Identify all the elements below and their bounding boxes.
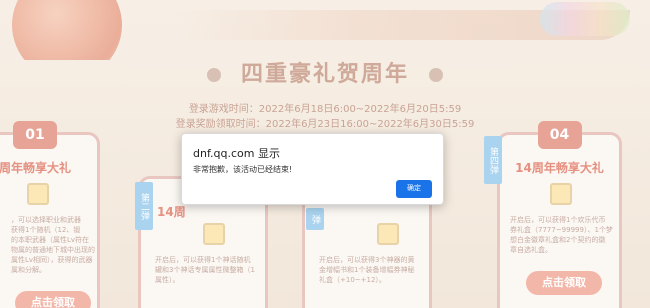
ok-button[interactable]: 确定 [396, 180, 432, 198]
dialog-message: 非常抱歉，该活动已经结束! [193, 165, 293, 174]
alert-dialog: dnf.qq.com 显示 非常抱歉，该活动已经结束! 确定 [181, 133, 444, 205]
dialog-origin: dnf.qq.com 显示 [193, 147, 280, 160]
